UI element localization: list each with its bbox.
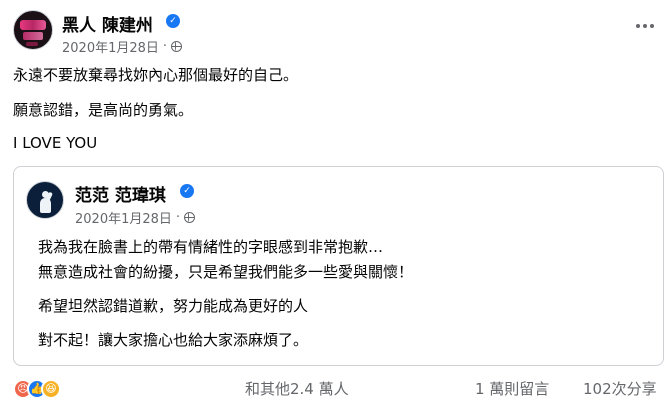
reactions-count[interactable]: 和其他2.4 萬人 [245, 378, 349, 399]
shared-text-line: 希望坦然認錯道歉，努力能成為更好的人 [38, 297, 309, 315]
post-meta: 2020年1月28日 · [62, 37, 183, 56]
public-globe-icon [171, 41, 183, 52]
shared-author-name[interactable]: 范范 范瑋琪 [75, 181, 166, 206]
verified-badge-icon: ✓ [166, 14, 180, 28]
post-text-line: 願意認錯，是高尚的勇氣。 [13, 101, 194, 119]
shares-count[interactable]: 102次分享 [583, 378, 657, 399]
public-globe-icon [184, 212, 196, 223]
author-avatar[interactable] [13, 10, 53, 50]
meta-separator: · [162, 39, 168, 54]
meta-separator: · [175, 210, 181, 225]
shared-author-avatar[interactable] [26, 181, 64, 219]
author-name[interactable]: 黑人 陳建州 [62, 11, 153, 36]
more-dot-icon [643, 24, 647, 28]
more-dot-icon [636, 24, 640, 28]
verified-badge-icon: ✓ [180, 184, 194, 198]
more-dot-icon [650, 24, 654, 28]
shared-text-line: 對不起！讓大家擔心也給大家添麻煩了。 [38, 331, 309, 349]
shared-text-line: 無意造成社會的紛擾，只是希望我們能多一些愛與關懷！ [38, 263, 414, 281]
post-text-line: I LOVE YOU [13, 134, 98, 152]
shared-text-line: 我為我在臉書上的帶有情緒性的字眼感到非常抱歉… [38, 238, 384, 256]
post-text-line: 永遠不要放棄尋找妳內心那個最好的自己。 [13, 66, 299, 84]
comments-count[interactable]: 1 萬則留言 [475, 378, 549, 399]
post-date[interactable]: 2020年1月28日 [62, 37, 159, 56]
shared-post-date[interactable]: 2020年1月28日 [75, 208, 172, 227]
more-options-button[interactable] [628, 9, 662, 43]
reaction-icons[interactable]: 😠 👍 😆 [13, 379, 73, 399]
haha-reaction-icon: 😆 [41, 379, 61, 399]
shared-post-card[interactable]: 范范 范瑋琪 ✓ 2020年1月28日 · 我為我在臉書上的帶有情緒性的字眼感到… [13, 166, 664, 366]
shared-post-meta: 2020年1月28日 · [75, 208, 196, 227]
